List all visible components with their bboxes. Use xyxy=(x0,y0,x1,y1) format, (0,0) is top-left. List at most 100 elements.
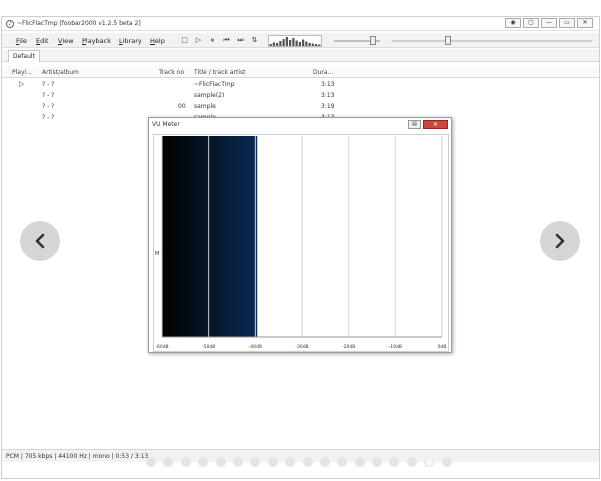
column-title[interactable]: Title / track artist xyxy=(194,69,246,76)
carousel-dot[interactable] xyxy=(354,457,365,467)
spectrum-bar xyxy=(311,43,314,46)
channel-label: M xyxy=(155,251,160,257)
column-playing[interactable]: Playi... xyxy=(12,69,32,76)
tab-default[interactable]: Default xyxy=(8,50,40,62)
vu-level-bar xyxy=(162,136,258,337)
spectrum-bar xyxy=(298,42,301,46)
volume-slider[interactable] xyxy=(334,36,380,45)
seek-bar[interactable] xyxy=(392,36,592,45)
carousel-dot[interactable] xyxy=(424,457,435,467)
carousel-dot[interactable] xyxy=(215,457,226,467)
carousel-dot[interactable] xyxy=(267,457,278,467)
vu-menu-button[interactable]: ▤ xyxy=(408,120,421,129)
spectrum-bar xyxy=(315,44,318,46)
carousel-dot[interactable] xyxy=(198,457,209,467)
vu-meter-window[interactable]: VU Meter ▤ ✕ -60dB -50dB -40dB -30dB -20dB -1… xyxy=(148,117,452,353)
seek-bar-handle[interactable] xyxy=(445,36,451,45)
row-duration: 3:13 xyxy=(321,81,335,88)
spectrum-bar xyxy=(285,37,288,46)
carousel-dot[interactable] xyxy=(163,457,174,467)
spectrum-bar xyxy=(305,41,308,46)
spectrum-bar xyxy=(276,43,279,46)
pause-icon[interactable]: ⏸ xyxy=(208,36,217,45)
carousel-dot[interactable] xyxy=(180,457,191,467)
carousel-dot[interactable] xyxy=(337,457,348,467)
row-title: ~FlicFlacTmp xyxy=(194,81,235,88)
now-playing-icon: ▷ xyxy=(19,80,25,88)
row-artist: ? - ? xyxy=(42,81,55,88)
vu-meter-title: VU Meter xyxy=(152,121,180,128)
vu-meter-chart: -60dB -50dB -40dB -30dB -20dB -10dB 0dB xyxy=(155,136,447,350)
always-on-top-button[interactable]: ▢ xyxy=(523,18,539,28)
playlist-row[interactable]: ? - ? 00 sample 3:19 xyxy=(2,101,599,112)
previous-icon[interactable]: ⏮ xyxy=(222,36,231,45)
vu-scale-label: -50dB xyxy=(202,344,215,350)
spectrum-bar xyxy=(282,39,285,46)
status-text: PCM | 705 kbps | 44100 Hz | mono | 0:53 … xyxy=(6,453,149,460)
carousel-prev-button[interactable] xyxy=(20,221,60,261)
row-artist: ? - ? xyxy=(42,103,55,110)
spectrum-bar xyxy=(318,44,321,46)
carousel-dot[interactable] xyxy=(146,457,156,467)
carousel-dots xyxy=(146,457,452,467)
menu-edit[interactable]: Edit xyxy=(36,37,49,45)
vu-scale-label: 0dB xyxy=(438,344,447,350)
row-duration: 3:19 xyxy=(321,103,335,110)
vu-scale-label: -10dB xyxy=(389,344,402,350)
column-duration[interactable]: Dura... xyxy=(313,69,333,76)
next-icon[interactable]: ⏭ xyxy=(236,36,245,45)
play-icon[interactable]: ▷ xyxy=(194,36,203,45)
column-artist-album[interactable]: Artist/album xyxy=(42,69,79,76)
close-button[interactable]: ✕ xyxy=(577,18,593,28)
carousel-dot[interactable] xyxy=(389,457,400,467)
chevron-right-icon xyxy=(555,233,565,249)
menu-toolbar: File Edit View Playback Library Help □ ▷… xyxy=(2,33,599,48)
spectrum-bar xyxy=(269,44,272,46)
spectrum-bar xyxy=(295,40,298,46)
carousel-dot[interactable] xyxy=(319,457,330,467)
menu-file[interactable]: File xyxy=(16,37,27,45)
row-artist: ? - ? xyxy=(42,114,55,121)
carousel-dot[interactable] xyxy=(232,457,243,467)
menu-help[interactable]: Help xyxy=(150,37,165,45)
row-track-no: 00 xyxy=(178,103,186,110)
vu-scale-label: -40dB xyxy=(249,344,262,350)
vu-close-button[interactable]: ✕ xyxy=(423,120,448,129)
vu-scale-label: -20dB xyxy=(342,344,355,350)
foobar-app-icon: ♪ xyxy=(6,20,14,28)
playlist-row[interactable]: ▷ ? - ? ~FlicFlacTmp 3:13 xyxy=(2,79,599,90)
volume-slider-handle[interactable] xyxy=(370,36,377,45)
vu-scale-label: -30dB xyxy=(295,344,308,350)
spectrum-bar xyxy=(289,40,292,46)
carousel-dot[interactable] xyxy=(441,457,452,467)
playlist-row[interactable]: ? - ? sample(2) 3:13 xyxy=(2,90,599,101)
stop-icon[interactable]: □ xyxy=(180,36,189,45)
window-controls: ◉ ▢ — ▭ ✕ xyxy=(505,18,593,28)
spectrum-bars xyxy=(269,37,321,46)
row-title: sample xyxy=(194,103,216,110)
vu-scale-label: -60dB xyxy=(155,344,168,350)
row-duration: 3:13 xyxy=(321,92,335,99)
spectrum-bar xyxy=(279,41,282,46)
carousel-dot[interactable] xyxy=(285,457,296,467)
playlist-header: Playi... Artist/album Track no Title / t… xyxy=(2,67,599,78)
spectrum-bar xyxy=(272,42,275,46)
menu-view[interactable]: View xyxy=(58,37,73,45)
minimize-button[interactable]: — xyxy=(541,18,557,28)
random-icon[interactable]: ⇅ xyxy=(250,36,259,45)
carousel-dot[interactable] xyxy=(302,457,313,467)
vu-meter-display: -60dB -50dB -40dB -30dB -20dB -10dB 0dB M xyxy=(153,134,449,352)
view-toggle-button[interactable]: ◉ xyxy=(505,18,521,28)
carousel-dot[interactable] xyxy=(406,457,417,467)
menu-playback[interactable]: Playback xyxy=(82,37,111,45)
menu-library[interactable]: Library xyxy=(119,37,142,45)
row-artist: ? - ? xyxy=(42,92,55,99)
column-track-no[interactable]: Track no xyxy=(159,69,184,76)
carousel-dot[interactable] xyxy=(372,457,383,467)
playlist-tab-bar: Default xyxy=(2,49,599,62)
maximize-button[interactable]: ▭ xyxy=(559,18,575,28)
window-title: ~FlicFlacTmp [foobar2000 v1.2.5 beta 2] xyxy=(17,20,141,27)
carousel-dot[interactable] xyxy=(250,457,261,467)
carousel-next-button[interactable] xyxy=(540,221,580,261)
spectrum-bar xyxy=(302,39,305,46)
